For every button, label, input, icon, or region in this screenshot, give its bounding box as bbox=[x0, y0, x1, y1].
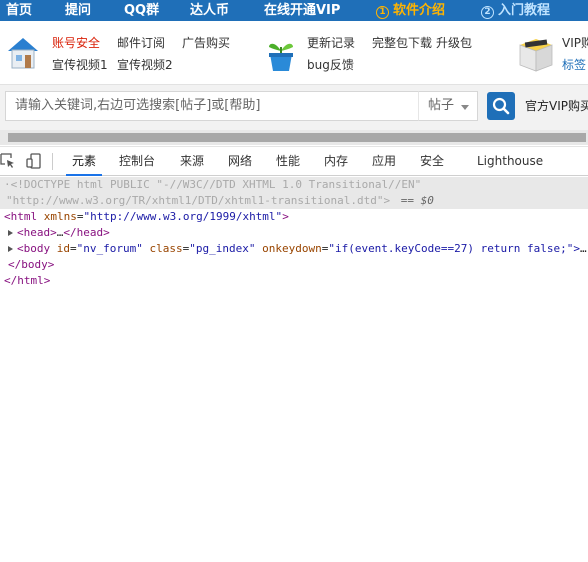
link-mail-subscribe[interactable]: 邮件订阅 bbox=[117, 34, 165, 51]
link-full-download[interactable]: 完整包下载 bbox=[372, 34, 432, 51]
html-xmlns-attr-name: xmlns bbox=[43, 210, 77, 223]
dom-node-body[interactable]: <body id="nv_forum" class="pg_index" onk… bbox=[0, 241, 588, 257]
scrollbar-thumb[interactable] bbox=[8, 133, 586, 142]
vip-box-icon bbox=[516, 35, 553, 73]
link-panel: 账号安全 邮件订阅 广告购买 宣传视频1 宣传视频2 更新记录 完整包下载 升级… bbox=[0, 21, 588, 81]
nav-ask[interactable]: 提问 bbox=[65, 0, 91, 21]
nav-coins[interactable]: 达人币 bbox=[190, 0, 229, 21]
search-icon bbox=[492, 97, 510, 115]
tab-application[interactable]: 应用 bbox=[372, 147, 396, 176]
link-promo-video-2[interactable]: 宣传视频2 bbox=[117, 56, 173, 73]
house-icon bbox=[5, 35, 41, 73]
link-changelog[interactable]: 更新记录 bbox=[307, 34, 355, 51]
head-open-tag: <head> bbox=[17, 226, 57, 239]
search-button[interactable] bbox=[487, 92, 515, 120]
tab-elements[interactable]: 元素 bbox=[65, 147, 103, 176]
nav-home[interactable]: 首页 bbox=[6, 0, 32, 21]
body-onkeydown-attr-name: onkeydown bbox=[262, 242, 322, 255]
tab-security[interactable]: 安全 bbox=[420, 147, 444, 176]
link-account-security[interactable]: 账号安全 bbox=[52, 34, 100, 51]
devtools-tab-bar: 元素 控制台 来源 网络 性能 内存 应用 安全 Lighthouse bbox=[0, 146, 588, 176]
body-open-tag: <body bbox=[17, 242, 51, 255]
toolbar-divider bbox=[52, 153, 53, 170]
tab-lighthouse[interactable]: Lighthouse bbox=[477, 147, 543, 176]
search-input[interactable]: 请输入关键词,右边可选搜索[帖子]或[帮助] bbox=[5, 91, 419, 121]
doctype-line-2: "http://www.w3.org/TR/xhtml1/DTD/xhtml1-… bbox=[6, 194, 391, 207]
tab-console[interactable]: 控制台 bbox=[119, 147, 155, 176]
vip-purchase-link[interactable]: 官方VIP购买 bbox=[525, 91, 588, 121]
nav-home-label: 首页 bbox=[6, 3, 33, 18]
chevron-down-icon bbox=[461, 105, 469, 110]
nav-software-intro[interactable]: 1 软件介绍 bbox=[376, 0, 445, 21]
tab-network[interactable]: 网络 bbox=[228, 147, 252, 176]
doctype-node[interactable]: ·<!DOCTYPE html PUBLIC "-//W3C//DTD XHTM… bbox=[0, 177, 588, 209]
nav-beginner-guide-label: 入门教程 bbox=[498, 3, 551, 18]
link-tags[interactable]: 标签 bbox=[562, 56, 586, 73]
body-id-attr-name: id bbox=[56, 242, 70, 255]
dom-node-body-close[interactable]: </body> bbox=[0, 257, 588, 273]
link-bug-feedback[interactable]: bug反馈 bbox=[307, 56, 354, 73]
doctype-line-1: <!DOCTYPE html PUBLIC "-//W3C//DTD XHTML… bbox=[10, 178, 422, 191]
nav-qq-group-label: QQ群 bbox=[124, 3, 160, 18]
horizontal-scrollbar[interactable] bbox=[0, 130, 588, 145]
html-close-tag: </html> bbox=[4, 274, 51, 287]
head-close-tag: </head> bbox=[63, 226, 110, 239]
expand-triangle-icon[interactable] bbox=[8, 230, 13, 236]
nav-beginner-guide[interactable]: 2 入门教程 bbox=[481, 0, 550, 21]
tab-performance[interactable]: 性能 bbox=[276, 147, 300, 176]
plant-pot-icon bbox=[263, 33, 299, 71]
tab-sources[interactable]: 来源 bbox=[180, 147, 204, 176]
circled-number-icon: 1 bbox=[376, 6, 389, 19]
node-selected-dot: · bbox=[4, 178, 11, 191]
dom-node-head[interactable]: <head>…</head> bbox=[0, 225, 588, 241]
body-class-attr-value: "pg_index" bbox=[189, 242, 256, 255]
link-upgrade-pack[interactable]: 升级包 bbox=[436, 34, 472, 51]
body-collapsed-ellipsis: … bbox=[580, 242, 587, 255]
search-scope-select[interactable]: 帖子 bbox=[418, 91, 478, 121]
inspect-element-icon[interactable] bbox=[0, 153, 16, 169]
body-class-attr-name: class bbox=[149, 242, 183, 255]
search-bar: 请输入关键词,右边可选搜索[帖子]或[帮助] 帖子 官方VIP购买 bbox=[0, 84, 588, 130]
selected-node-marker: == $0 bbox=[400, 194, 434, 207]
nav-coins-label: 达人币 bbox=[190, 3, 230, 18]
html-open-tag: <html bbox=[4, 210, 38, 223]
body-close-tag: </body> bbox=[8, 258, 55, 271]
dom-node-html[interactable]: <html xmlns="http://www.w3.org/1999/xhtm… bbox=[0, 209, 588, 225]
dom-tree-panel: ·<!DOCTYPE html PUBLIC "-//W3C//DTD XHTM… bbox=[0, 177, 588, 562]
nav-open-vip-label: 在线开通VIP bbox=[264, 3, 341, 18]
link-ad-purchase[interactable]: 广告购买 bbox=[182, 34, 230, 51]
body-id-attr-value: "nv_forum" bbox=[76, 242, 143, 255]
html-xmlns-attr-value: "http://www.w3.org/1999/xhtml" bbox=[83, 210, 283, 223]
search-scope-value: 帖子 bbox=[428, 98, 455, 113]
nav-open-vip[interactable]: 在线开通VIP bbox=[264, 0, 340, 21]
circled-number-icon: 2 bbox=[481, 6, 494, 19]
body-onkeydown-attr-value: "if(event.keyCode==27) return false;"> bbox=[328, 242, 580, 255]
dom-node-html-close[interactable]: </html> bbox=[0, 273, 588, 289]
link-vip-purchase[interactable]: VIP购 bbox=[562, 34, 588, 51]
expand-triangle-icon[interactable] bbox=[8, 246, 13, 252]
nav-software-intro-label: 软件介绍 bbox=[393, 3, 446, 18]
tab-memory[interactable]: 内存 bbox=[324, 147, 348, 176]
top-nav-bar: 首页 提问 QQ群 达人币 在线开通VIP 1 软件介绍 2 入门教程 bbox=[0, 0, 588, 21]
nav-ask-label: 提问 bbox=[65, 3, 92, 18]
link-promo-video-1[interactable]: 宣传视频1 bbox=[52, 56, 108, 73]
device-toolbar-icon[interactable] bbox=[26, 153, 42, 169]
nav-qq-group[interactable]: QQ群 bbox=[124, 0, 159, 21]
